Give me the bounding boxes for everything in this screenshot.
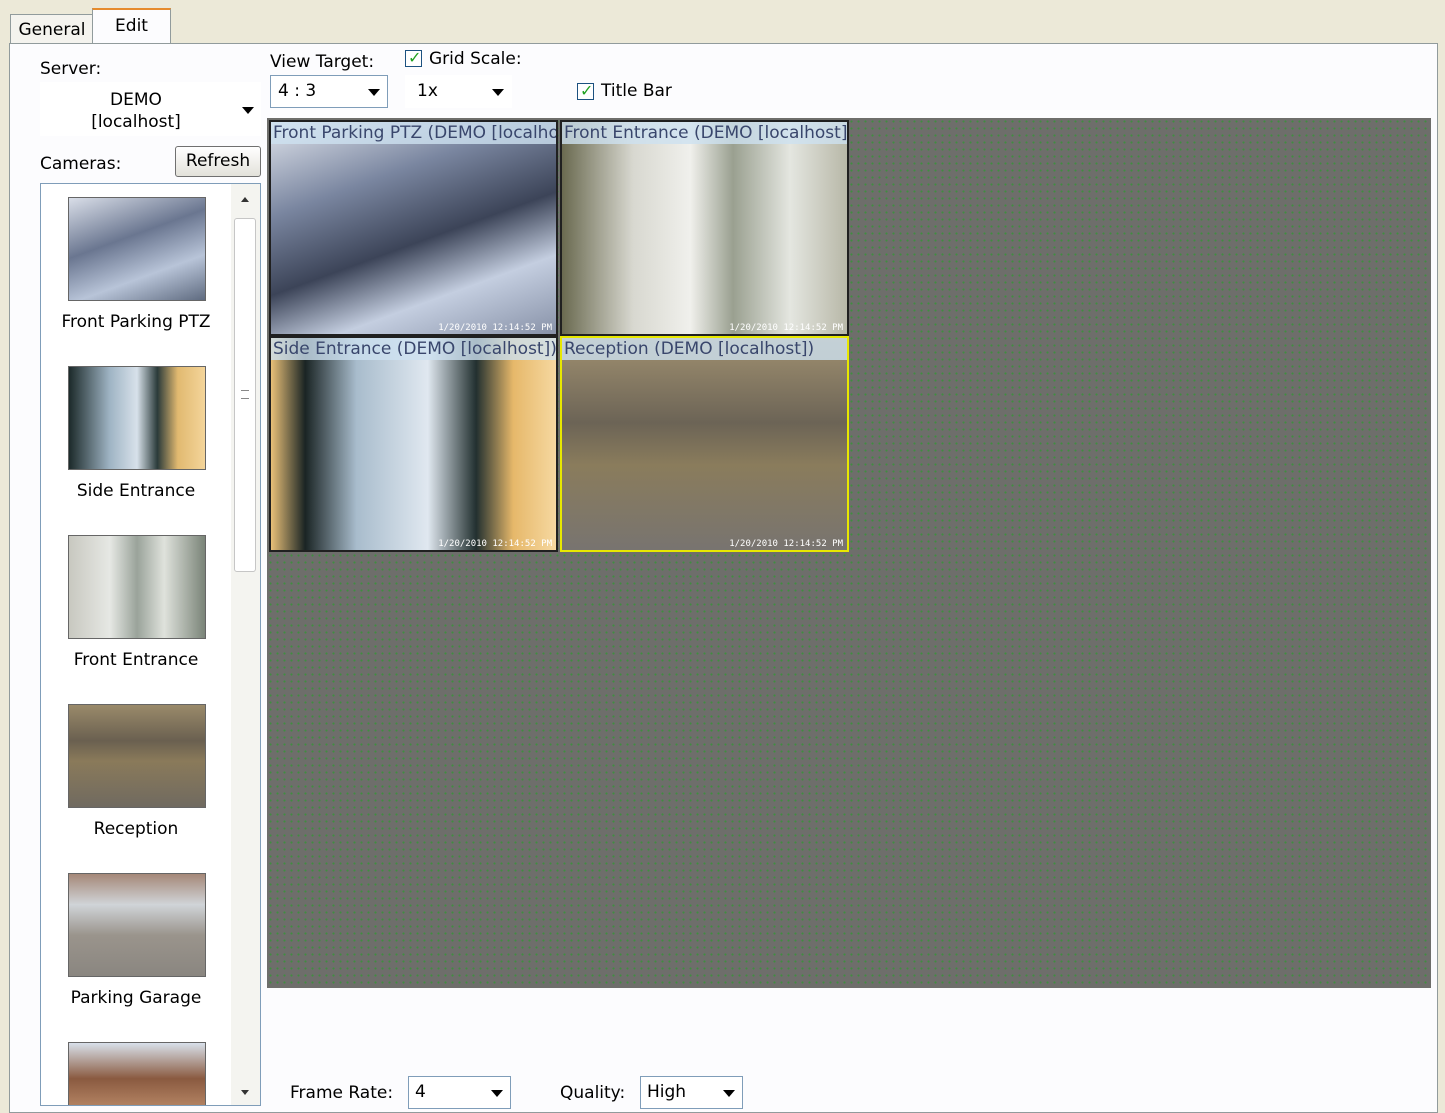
camera-thumbnail[interactable] [68, 704, 206, 808]
view-target-value: 4 : 3 [278, 81, 317, 101]
camera-item-label: Side Entrance [76, 481, 196, 501]
server-value-line2: [localhost] [91, 112, 181, 132]
tile-title: Reception (DEMO [localhost]) [562, 338, 847, 360]
server-value-line1: DEMO [110, 90, 162, 110]
tile-title: Side Entrance (DEMO [localhost]) [271, 338, 556, 360]
camera-tile-selected[interactable]: Reception (DEMO [localhost]) 1/20/2010 1… [560, 336, 849, 552]
tab-edit[interactable]: Edit [92, 8, 171, 46]
camera-item-label: Parking Garage [70, 988, 202, 1008]
grid-scale-value: 1x [417, 81, 438, 101]
chevron-down-icon [723, 1090, 735, 1097]
camera-tile[interactable]: Side Entrance (DEMO [localhost]) 1/20/20… [269, 336, 558, 552]
camera-item-label: Reception [93, 819, 179, 839]
grid-scale-dropdown[interactable]: 1x [405, 75, 512, 108]
tile-title: Front Parking PTZ (DEMO [localhost]) [271, 122, 556, 144]
grid-scale-checkbox[interactable] [405, 48, 422, 67]
tile-timestamp: 1/20/2010 12:14:52 PM [729, 323, 843, 333]
tile-timestamp: 1/20/2010 12:14:52 PM [438, 323, 552, 333]
scroll-down-icon[interactable] [241, 1090, 249, 1095]
camera-tile[interactable]: Front Parking PTZ (DEMO [localhost]) 1/2… [269, 120, 558, 336]
frame-rate-value: 4 [415, 1082, 426, 1102]
camera-thumbnail[interactable] [68, 366, 206, 470]
view-grid-canvas[interactable]: Front Parking PTZ (DEMO [localhost]) 1/2… [267, 118, 1431, 988]
cameras-label: Cameras: [40, 154, 122, 174]
chevron-down-icon [242, 107, 254, 114]
camera-item-label: Front Parking PTZ [61, 312, 211, 332]
camera-list-scrollbar[interactable] [231, 184, 260, 1105]
server-dropdown[interactable]: DEMO [localhost] [40, 82, 261, 136]
quality-dropdown[interactable]: High [640, 1076, 743, 1109]
chevron-down-icon [368, 89, 380, 96]
tab-general[interactable]: General [10, 14, 94, 45]
camera-item-label: Front Entrance [73, 650, 199, 670]
frame-rate-dropdown[interactable]: 4 [408, 1076, 511, 1109]
camera-tile[interactable]: Front Entrance (DEMO [localhost]) 1/20/2… [560, 120, 849, 336]
view-target-dropdown[interactable]: 4 : 3 [270, 75, 388, 108]
quality-label: Quality: [560, 1083, 626, 1103]
chevron-down-icon [491, 1090, 503, 1097]
refresh-button[interactable]: Refresh [175, 146, 261, 177]
frame-rate-label: Frame Rate: [290, 1083, 394, 1103]
quality-value: High [647, 1082, 687, 1102]
tile-timestamp: 1/20/2010 12:14:52 PM [729, 539, 843, 549]
camera-thumbnail[interactable] [68, 873, 206, 977]
title-bar-checkbox[interactable] [577, 81, 594, 100]
grip-icon [241, 390, 249, 399]
chevron-down-icon [492, 89, 504, 96]
title-bar-label: Title Bar [601, 81, 672, 101]
camera-thumbnail[interactable] [68, 1042, 206, 1105]
scroll-up-icon[interactable] [241, 197, 249, 202]
grid-scale-label: Grid Scale: [429, 49, 522, 69]
camera-thumbnail[interactable] [68, 197, 206, 301]
tile-title: Front Entrance (DEMO [localhost]) [562, 122, 847, 144]
view-target-label: View Target: [270, 52, 375, 72]
server-label: Server: [40, 59, 102, 79]
camera-thumbnail[interactable] [68, 535, 206, 639]
tile-timestamp: 1/20/2010 12:14:52 PM [438, 539, 552, 549]
scroll-thumb[interactable] [234, 218, 256, 572]
camera-list[interactable]: Front Parking PTZ Side Entrance Front En… [40, 183, 261, 1106]
